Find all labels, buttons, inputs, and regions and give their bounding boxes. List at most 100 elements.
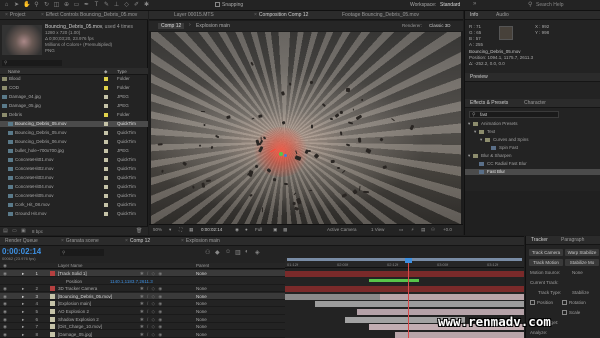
frame-blending-icon[interactable]: ▥ xyxy=(235,249,241,256)
parent-select[interactable]: None xyxy=(196,300,226,307)
close-icon[interactable]: × xyxy=(254,12,257,18)
warp-stabilizer-button[interactable]: Warp Stabilize xyxy=(565,249,599,256)
parent-select[interactable]: None xyxy=(196,323,226,330)
label-color-swatch[interactable] xyxy=(104,131,108,135)
chevron-down-icon[interactable]: ▾ xyxy=(169,227,171,233)
mask-tool-icon[interactable]: ▭ xyxy=(73,2,80,9)
draft-3d-icon[interactable]: ◆ xyxy=(215,249,220,256)
camera-view-select[interactable]: Active Camera xyxy=(327,227,357,233)
selection-tool-icon[interactable]: ➤ xyxy=(13,2,20,9)
project-list-item[interactable]: Damage_05.jpg JPEG xyxy=(0,103,148,109)
project-list-item[interactable]: ConcreteHit01.mov QuickTim xyxy=(0,157,148,163)
position-checkbox-icon[interactable] xyxy=(530,300,535,306)
fast-preview-icon[interactable]: ⚡ xyxy=(411,227,414,233)
motion-source-select[interactable]: None xyxy=(572,270,583,276)
rotation-checkbox-icon[interactable] xyxy=(562,300,567,306)
layer-label-color[interactable] xyxy=(50,286,55,292)
column-layer-name[interactable]: Layer Name xyxy=(58,263,83,268)
view-layout-select[interactable]: 1 View xyxy=(371,227,384,233)
disclosure-triangle-icon[interactable]: ▾ xyxy=(474,129,476,135)
grid-toggle-icon[interactable]: ▦ xyxy=(189,227,193,233)
new-composition-icon[interactable]: ▣ xyxy=(21,228,26,234)
visibility-eye-icon[interactable]: ◉ xyxy=(3,270,7,277)
pan-behind-tool-icon[interactable]: ⊕ xyxy=(63,2,70,9)
track-motion-button[interactable]: Track Motion xyxy=(529,259,563,266)
column-name-header[interactable]: Name xyxy=(8,69,20,74)
pen-tool-icon[interactable]: ✒ xyxy=(83,2,90,9)
layer-row[interactable]: ◉ ▸ 7 [Dirt_Charge_10.mov] ✱ / ◇ ◉ None xyxy=(0,323,285,331)
camera-tool-icon[interactable]: ◫ xyxy=(53,2,60,9)
layer-label-color[interactable] xyxy=(50,301,55,307)
visibility-eye-icon[interactable]: ◉ xyxy=(3,293,7,300)
layer-switches[interactable]: ✱ / ◇ ◉ xyxy=(140,316,190,323)
layer-label-color[interactable] xyxy=(50,293,55,299)
layer-label-color[interactable] xyxy=(50,271,55,276)
project-list-item[interactable]: Bouncing_Debris_06.mov QuickTim xyxy=(0,139,148,145)
expand-triangle-icon[interactable]: ▸ xyxy=(22,293,24,300)
project-list-item[interactable]: Blood Folder xyxy=(0,76,148,82)
disclosure-triangle-icon[interactable]: ▾ xyxy=(480,137,482,143)
project-search-input[interactable]: ⚲ xyxy=(2,60,62,66)
track-type-select[interactable]: Stabilize xyxy=(572,290,589,296)
project-list-item[interactable]: ConcreteHit05.mov QuickTim xyxy=(0,193,148,199)
visibility-eye-icon[interactable]: ◉ xyxy=(3,300,7,307)
delete-icon[interactable]: 🗑 xyxy=(136,228,142,234)
label-color-swatch[interactable] xyxy=(104,77,108,81)
tab-info[interactable]: Info xyxy=(467,11,481,20)
stabilize-motion-button[interactable]: Stabilize Mo xyxy=(565,259,599,266)
type-tool-icon[interactable]: T xyxy=(93,2,100,9)
hand-tool-icon[interactable]: ✋ xyxy=(23,2,30,9)
project-list-item[interactable]: ConcreteHit02.mov QuickTim xyxy=(0,166,148,172)
tab-layer-viewer[interactable]: Layer 00015.MTS xyxy=(171,11,217,20)
tab-explosion-main[interactable]: × Explosion main xyxy=(178,237,223,246)
layer-duration-bar[interactable] xyxy=(395,331,524,338)
parent-select[interactable]: None xyxy=(196,293,226,300)
project-list-item[interactable]: bullet_hole~700x700.jpg JPEG xyxy=(0,148,148,154)
comp-flow-tab-explosion[interactable]: Explosion main xyxy=(196,23,230,29)
motion-blur-icon[interactable]: ◐ xyxy=(245,249,249,255)
search-help-input[interactable]: Search Help xyxy=(536,2,598,8)
layer-duration-bar[interactable] xyxy=(285,286,524,293)
tab-footage-viewer[interactable]: Footage Bouncing_Debris_05.mov xyxy=(339,11,422,20)
label-color-swatch[interactable] xyxy=(104,176,108,180)
effects-tree-item[interactable]: Spin Fast xyxy=(465,145,600,151)
expand-triangle-icon[interactable]: ▸ xyxy=(22,270,24,277)
effects-tree-item[interactable]: ▾ Text xyxy=(465,129,600,135)
layer-row[interactable]: ◉ ▸ 3 [Bouncing_Debris_05.mov] ✱ / ◇ ◉ None xyxy=(0,292,285,300)
tab-audio[interactable]: Audio xyxy=(493,11,512,20)
clone-stamp-tool-icon[interactable]: ⊥ xyxy=(113,2,120,9)
layer-switches[interactable]: ✱ / ◇ ◉ xyxy=(140,293,190,300)
label-color-swatch[interactable] xyxy=(104,167,108,171)
layer-label-color[interactable] xyxy=(50,309,55,314)
timeline-toggle-icon[interactable]: ▤ xyxy=(421,227,425,233)
tab-composition-viewer[interactable]: × Composition Comp 12 xyxy=(251,11,311,20)
resolution-select[interactable]: Full xyxy=(255,227,262,233)
effects-tree-item[interactable]: CC Radial Fast Blur xyxy=(465,161,600,167)
project-list-item[interactable]: Bouncing_Debris_05.mov QuickTim xyxy=(0,130,148,136)
expand-triangle-icon[interactable]: ▸ xyxy=(22,331,24,338)
layer-row[interactable]: ◉ ▸ 4 [Explosion main] ✱ / ◇ ◉ None xyxy=(0,300,285,308)
layer-row[interactable]: ◉ ▸ 2 3D Tracker Camera ✱ / ◇ ◉ None xyxy=(0,285,285,293)
shy-layers-icon[interactable]: ☺ xyxy=(225,249,231,255)
visibility-eye-icon[interactable]: ◉ xyxy=(3,331,7,338)
project-list-item[interactable]: Damage_04.jpg JPEG xyxy=(0,94,148,100)
roi-icon[interactable]: ▣ xyxy=(273,227,277,233)
expand-triangle-icon[interactable]: ▸ xyxy=(22,323,24,330)
layer-label-color[interactable] xyxy=(50,316,55,322)
layer-label-color[interactable] xyxy=(50,331,55,337)
keyframe-track[interactable] xyxy=(369,278,419,282)
tab-comp12-timeline[interactable]: × Comp 12 xyxy=(122,237,153,246)
label-color-swatch[interactable] xyxy=(104,95,108,99)
frame-toggle-icon[interactable]: ⛶ xyxy=(179,227,182,233)
playhead-handle[interactable] xyxy=(405,258,412,263)
roto-brush-tool-icon[interactable]: ✐ xyxy=(133,2,140,9)
layer-switches[interactable]: ✱ / ◇ ◉ xyxy=(140,300,190,307)
rotation-option[interactable]: Rotation xyxy=(562,300,586,306)
parent-select[interactable]: None xyxy=(196,285,226,292)
layer-switches[interactable]: ✱ / ◇ ◉ xyxy=(140,308,190,315)
project-list-item[interactable]: COD Folder xyxy=(0,85,148,91)
snapping-toggle[interactable]: Snapping xyxy=(215,2,243,8)
layer-row[interactable]: ◉ ▸ 1 [Track Solid 1] ✱ / ◇ ◉ None xyxy=(0,270,285,277)
label-color-swatch[interactable] xyxy=(104,158,108,162)
transparency-grid-icon[interactable]: ▩ xyxy=(283,227,287,233)
